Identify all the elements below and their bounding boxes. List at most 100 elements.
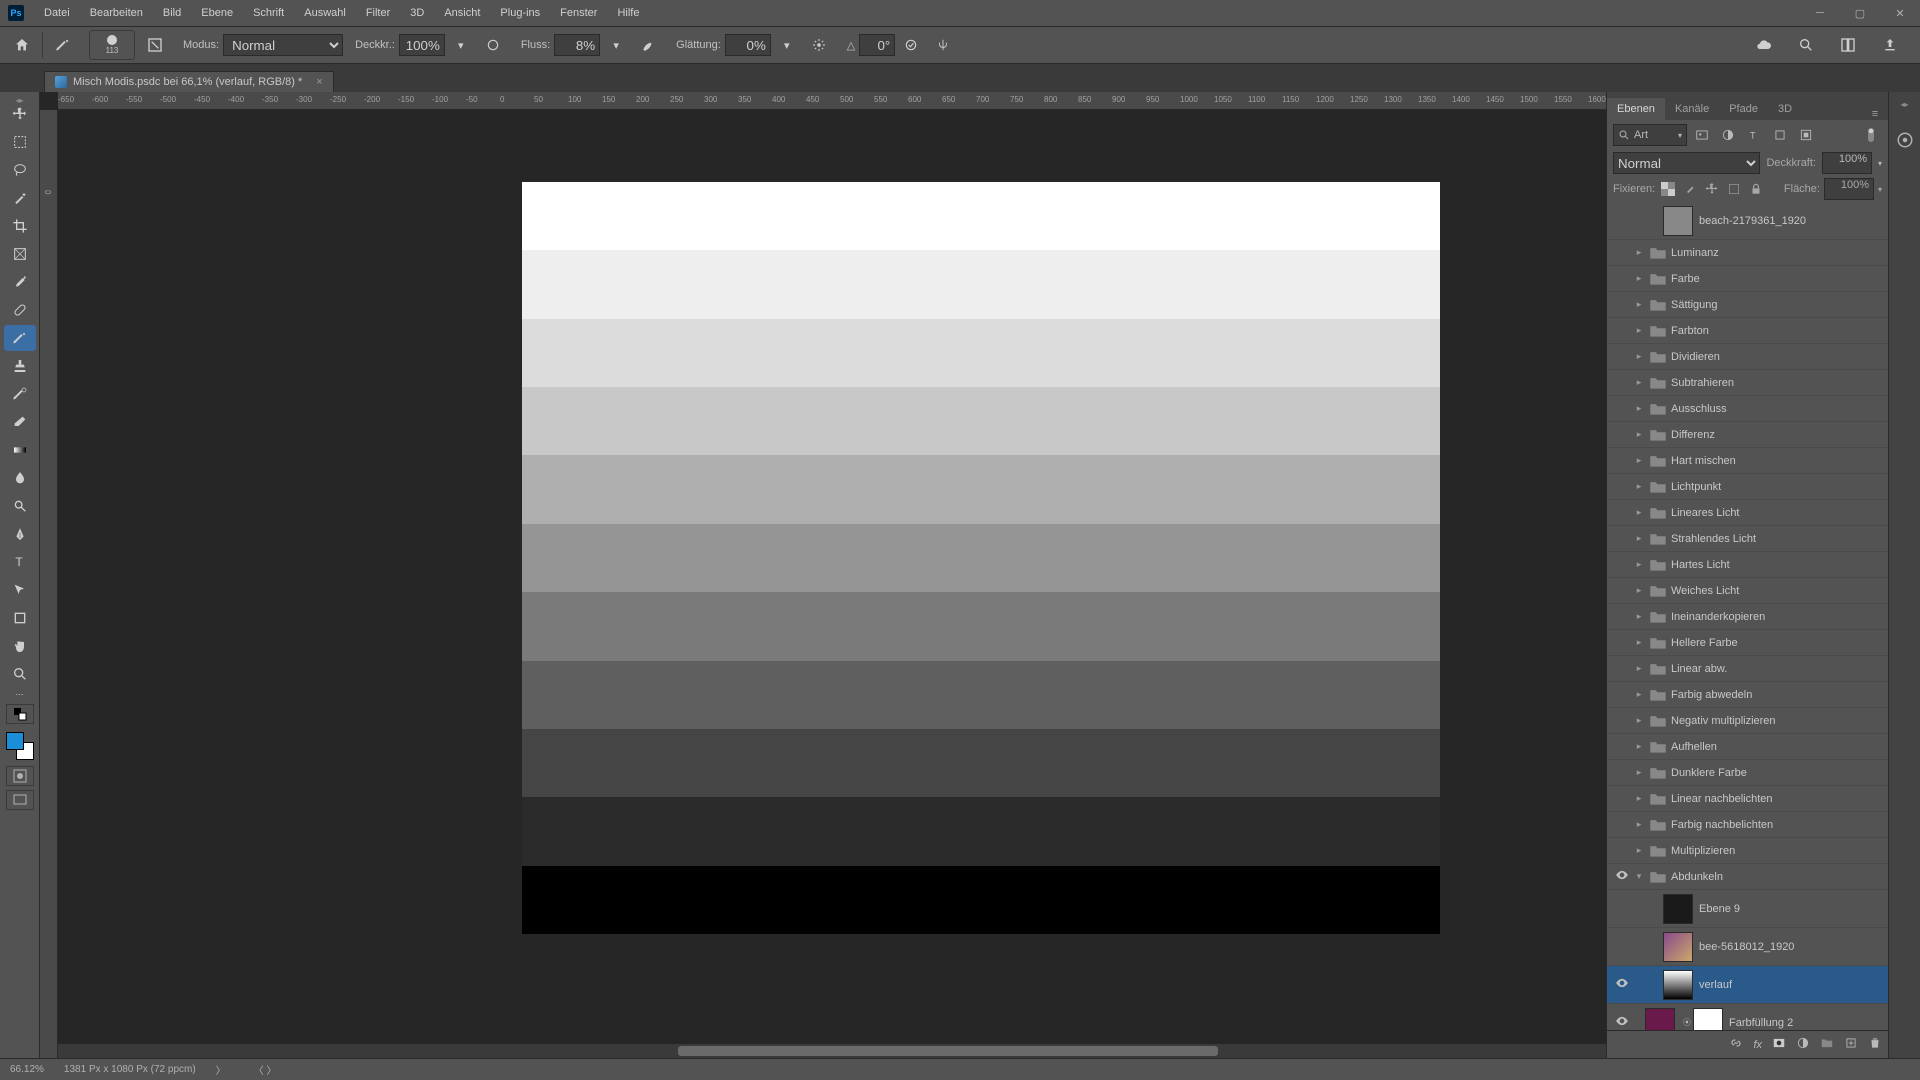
close-tab-icon[interactable]: × bbox=[316, 76, 322, 88]
layer-thumbnail[interactable] bbox=[1645, 1008, 1675, 1031]
lock-artboard-icon[interactable] bbox=[1725, 180, 1743, 198]
filter-shape-icon[interactable] bbox=[1769, 124, 1791, 146]
color-panel-icon[interactable] bbox=[1896, 131, 1914, 152]
menu-type[interactable]: Schrift bbox=[243, 0, 294, 26]
layer-row[interactable]: ▸ Lichtpunkt bbox=[1607, 474, 1888, 500]
expand-arrow-icon[interactable]: ▸ bbox=[1633, 377, 1645, 388]
layer-name[interactable]: Hartes Licht bbox=[1671, 559, 1888, 571]
blur-tool[interactable] bbox=[4, 465, 36, 491]
home-icon[interactable] bbox=[8, 31, 36, 59]
layer-name[interactable]: Negativ multiplizieren bbox=[1671, 715, 1888, 727]
mode-select[interactable]: Normal bbox=[223, 34, 343, 56]
layer-name[interactable]: Differenz bbox=[1671, 429, 1888, 441]
layer-name[interactable]: Farbe bbox=[1671, 273, 1888, 285]
layer-row[interactable]: ▸Farbig abwedeln bbox=[1607, 682, 1888, 708]
expand-arrow-icon[interactable]: ▸ bbox=[1633, 481, 1645, 492]
expand-arrow-icon[interactable]: ▸ bbox=[1633, 507, 1645, 518]
menu-view[interactable]: Ansicht bbox=[434, 0, 490, 26]
crop-tool[interactable] bbox=[4, 213, 36, 239]
menu-layer[interactable]: Ebene bbox=[191, 0, 243, 26]
layer-row[interactable]: ▸ Hart mischen bbox=[1607, 448, 1888, 474]
expand-arrow-icon[interactable]: ▸ bbox=[1633, 299, 1645, 310]
layer-name[interactable]: Lichtpunkt bbox=[1671, 481, 1888, 493]
layer-list[interactable]: beach-2179361_1920▸Luminanz▸Farbe▸Sättig… bbox=[1607, 202, 1888, 1030]
canvas-viewport[interactable] bbox=[58, 110, 1606, 1058]
type-tool[interactable]: T bbox=[4, 549, 36, 575]
zoom-value[interactable]: 66.12% bbox=[10, 1064, 44, 1075]
layer-row[interactable]: ▸Dunklere Farbe bbox=[1607, 760, 1888, 786]
menu-window[interactable]: Fenster bbox=[550, 0, 607, 26]
expand-arrow-icon[interactable]: ▸ bbox=[1633, 637, 1645, 648]
opacity-value[interactable]: 100% bbox=[1822, 152, 1872, 174]
menu-3d[interactable]: 3D bbox=[400, 0, 434, 26]
search-icon[interactable] bbox=[1792, 31, 1820, 59]
new-group-icon[interactable] bbox=[1820, 1036, 1834, 1053]
layer-row[interactable]: ▸ Weiches Licht bbox=[1607, 578, 1888, 604]
layer-row[interactable]: ▸Aufhellen bbox=[1607, 734, 1888, 760]
expand-arrow-icon[interactable]: ▸ bbox=[1633, 689, 1645, 700]
smoothing-gear-icon[interactable] bbox=[805, 31, 833, 59]
layer-row[interactable]: ⦿Farbfüllung 2 bbox=[1607, 1004, 1888, 1030]
layer-row[interactable]: beach-2179361_1920 bbox=[1607, 202, 1888, 240]
layer-thumbnail[interactable] bbox=[1663, 970, 1693, 1000]
layer-name[interactable]: Farbton bbox=[1671, 325, 1888, 337]
layer-mask-thumbnail[interactable] bbox=[1693, 1008, 1723, 1031]
expand-arrow-icon[interactable]: ▸ bbox=[1633, 325, 1645, 336]
filter-toggle-icon[interactable] bbox=[1860, 124, 1882, 146]
layer-name[interactable]: Hart mischen bbox=[1671, 455, 1888, 467]
layer-row[interactable]: ▸Hellere Farbe bbox=[1607, 630, 1888, 656]
tab-channels[interactable]: Kanäle bbox=[1665, 98, 1719, 120]
layer-row[interactable]: ▸ Differenz bbox=[1607, 422, 1888, 448]
layer-row[interactable]: ▸Multiplizieren bbox=[1607, 838, 1888, 864]
lock-position-icon[interactable] bbox=[1703, 180, 1721, 198]
minimize-button[interactable]: ─ bbox=[1800, 0, 1840, 26]
layer-row[interactable]: ▸Subtrahieren bbox=[1607, 370, 1888, 396]
expand-arrow-icon[interactable]: ▸ bbox=[1633, 429, 1645, 440]
layer-name[interactable]: Strahlendes Licht bbox=[1671, 533, 1888, 545]
filter-type-select[interactable]: Art ▾ bbox=[1613, 124, 1687, 146]
layer-row[interactable]: ▸Hartes Licht bbox=[1607, 552, 1888, 578]
layer-thumbnail[interactable] bbox=[1663, 206, 1693, 236]
flow-input[interactable] bbox=[554, 34, 600, 56]
layer-row[interactable]: verlauf bbox=[1607, 966, 1888, 1004]
expand-arrow-icon[interactable]: ▸ bbox=[1633, 403, 1645, 414]
layer-name[interactable]: Weiches Licht bbox=[1671, 585, 1888, 597]
smoothing-dropdown-icon[interactable]: ▾ bbox=[773, 31, 801, 59]
layer-row[interactable]: ▸ Lineares Licht bbox=[1607, 500, 1888, 526]
document-tab[interactable]: Misch Modis.psdc bei 66,1% (verlauf, RGB… bbox=[44, 71, 334, 92]
layer-name[interactable]: Ineinanderkopieren bbox=[1671, 611, 1888, 623]
visibility-toggle[interactable] bbox=[1611, 868, 1633, 885]
expand-arrow-icon[interactable]: ▸ bbox=[1633, 455, 1645, 466]
layer-name[interactable]: Ausschluss bbox=[1671, 403, 1888, 415]
layer-name[interactable]: Lineares Licht bbox=[1671, 507, 1888, 519]
lock-pixels-icon[interactable] bbox=[1681, 180, 1699, 198]
layer-name[interactable]: Sättigung bbox=[1671, 299, 1888, 311]
eyedropper-tool[interactable] bbox=[4, 269, 36, 295]
filter-type-icon[interactable]: T bbox=[1743, 124, 1765, 146]
expand-arrow-icon[interactable]: ▸ bbox=[1633, 663, 1645, 674]
dodge-tool[interactable] bbox=[4, 493, 36, 519]
fx-icon[interactable]: fx bbox=[1753, 1039, 1762, 1051]
menu-filter[interactable]: Filter bbox=[356, 0, 400, 26]
mask-icon[interactable] bbox=[1772, 1036, 1786, 1053]
brush-tool-icon[interactable] bbox=[49, 31, 77, 59]
foreground-color-swatch[interactable] bbox=[6, 732, 24, 750]
angle-input[interactable] bbox=[859, 34, 895, 56]
layer-name[interactable]: Farbfüllung 2 bbox=[1729, 1017, 1888, 1029]
screenmode-icon[interactable] bbox=[6, 790, 34, 810]
close-button[interactable]: ✕ bbox=[1880, 0, 1920, 26]
layer-row[interactable]: ▸Ineinanderkopieren bbox=[1607, 604, 1888, 630]
layer-name[interactable]: bee-5618012_1920 bbox=[1699, 941, 1888, 953]
menu-plugins[interactable]: Plug-ins bbox=[490, 0, 550, 26]
layer-name[interactable]: verlauf bbox=[1699, 979, 1888, 991]
tab-layers[interactable]: Ebenen bbox=[1607, 98, 1665, 120]
color-swatches[interactable] bbox=[4, 730, 36, 762]
visibility-toggle[interactable] bbox=[1611, 976, 1633, 993]
layer-row[interactable]: ▸Dividieren bbox=[1607, 344, 1888, 370]
ruler-vertical[interactable]: 0 bbox=[40, 110, 58, 1058]
layer-row[interactable]: ▾Abdunkeln bbox=[1607, 864, 1888, 890]
pressure-opacity-icon[interactable] bbox=[479, 31, 507, 59]
airbrush-icon[interactable] bbox=[634, 31, 662, 59]
scrollbar-horizontal[interactable] bbox=[58, 1044, 1606, 1058]
expand-arrow-icon[interactable]: ▸ bbox=[1633, 585, 1645, 596]
